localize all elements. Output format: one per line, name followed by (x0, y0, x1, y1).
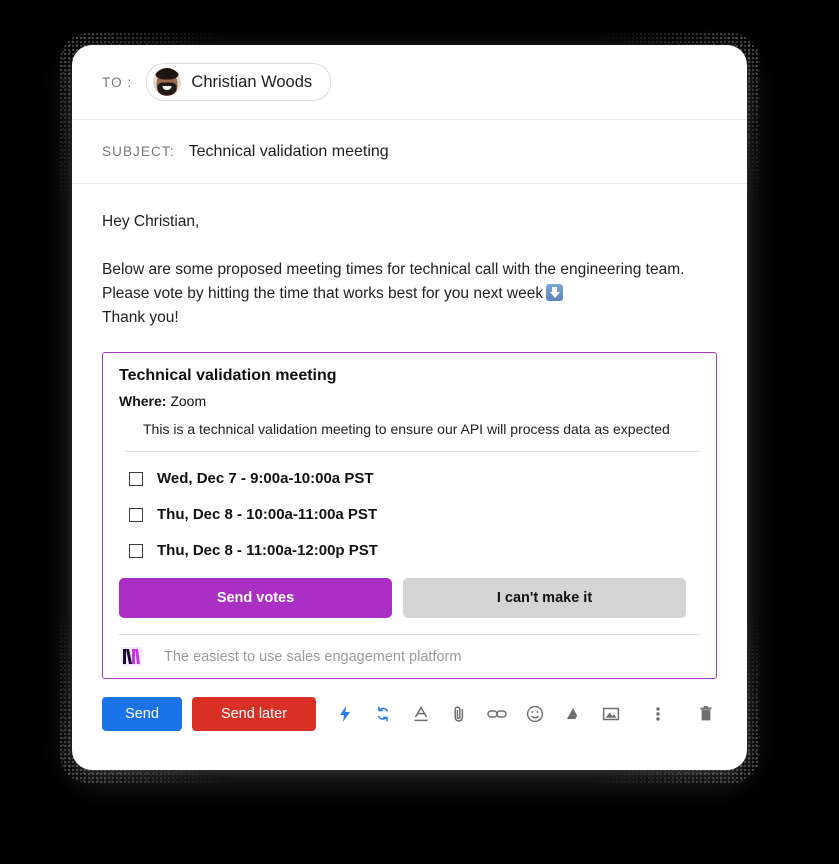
meeting-card-where: Where: Zoom (119, 393, 700, 409)
meeting-option-row[interactable]: Thu, Dec 8 - 10:00a-11:00a PST (129, 506, 700, 523)
emoji-icon[interactable] (522, 701, 548, 727)
discard-trash-icon[interactable] (693, 701, 719, 727)
cant-make-it-button[interactable]: I can't make it (403, 578, 686, 618)
mixmax-m-logo (121, 647, 142, 666)
body-paragraph: Below are some proposed meeting times fo… (102, 258, 717, 306)
text-format-icon[interactable] (408, 701, 434, 727)
toolbar-right-group (645, 701, 719, 727)
meeting-option-checkbox[interactable] (129, 507, 143, 522)
meeting-time-options: Wed, Dec 7 - 9:00a-10:00a PST Thu, Dec 8… (119, 470, 700, 559)
recipient-chip[interactable]: Christian Woods (146, 63, 332, 101)
subject-field-row[interactable]: SUBJECT: Technical validation meeting (72, 120, 747, 184)
insert-image-icon[interactable] (598, 701, 624, 727)
to-field-row[interactable]: TO : Christian Woods (72, 45, 747, 120)
body-closing: Thank you! (102, 309, 179, 326)
meeting-card-title: Technical validation meeting (119, 367, 337, 384)
insert-link-icon[interactable] (484, 701, 510, 727)
toolbar-icon-group (332, 701, 624, 727)
subject-label: SUBJECT: (102, 144, 175, 159)
recipient-name: Christian Woods (191, 72, 313, 91)
email-compose-window: TO : Christian Woods SUBJECT: Technical … (72, 45, 747, 770)
body-paragraph-text: Below are some proposed meeting times fo… (102, 261, 685, 302)
meeting-option-label: Wed, Dec 7 - 9:00a-10:00a PST (157, 470, 374, 487)
meeting-card-actions: Send votes I can't make it (119, 578, 700, 634)
compose-toolbar: Send Send later (72, 679, 747, 731)
to-label: TO : (102, 74, 133, 90)
meeting-card-description: This is a technical validation meeting t… (143, 421, 670, 437)
meeting-option-label: Thu, Dec 8 - 11:00a-12:00p PST (157, 542, 378, 559)
where-value: Zoom (170, 393, 207, 409)
down-arrow-emoji (546, 284, 564, 301)
send-later-button[interactable]: Send later (192, 697, 316, 731)
lightning-bolt-icon[interactable] (332, 701, 358, 727)
more-options-icon[interactable] (645, 701, 671, 727)
brand-tagline: The easiest to use sales engagement plat… (164, 648, 462, 665)
christian-woods-avatar (153, 68, 182, 96)
body-greeting: Hey Christian, (102, 213, 200, 230)
meeting-option-checkbox[interactable] (129, 471, 143, 486)
email-body[interactable]: Hey Christian, Below are some proposed m… (72, 184, 747, 330)
meeting-option-row[interactable]: Thu, Dec 8 - 11:00a-12:00p PST (129, 542, 700, 559)
screen-background: TO : Christian Woods SUBJECT: Technical … (0, 0, 839, 864)
subject-input[interactable]: Technical validation meeting (189, 143, 389, 161)
google-drive-icon[interactable] (560, 701, 586, 727)
attachment-paperclip-icon[interactable] (446, 701, 472, 727)
send-button[interactable]: Send (102, 697, 182, 731)
send-votes-button[interactable]: Send votes (119, 578, 392, 618)
meeting-card-footer: The easiest to use sales engagement plat… (119, 634, 700, 678)
meeting-option-row[interactable]: Wed, Dec 7 - 9:00a-10:00a PST (129, 470, 700, 487)
meeting-option-checkbox[interactable] (129, 543, 143, 558)
meeting-option-label: Thu, Dec 8 - 10:00a-11:00a PST (157, 506, 378, 523)
meeting-poll-card: Technical validation meeting Where: Zoom… (102, 352, 717, 679)
sync-refresh-icon[interactable] (370, 701, 396, 727)
where-label: Where: (119, 393, 167, 409)
meeting-card-divider (125, 451, 700, 452)
